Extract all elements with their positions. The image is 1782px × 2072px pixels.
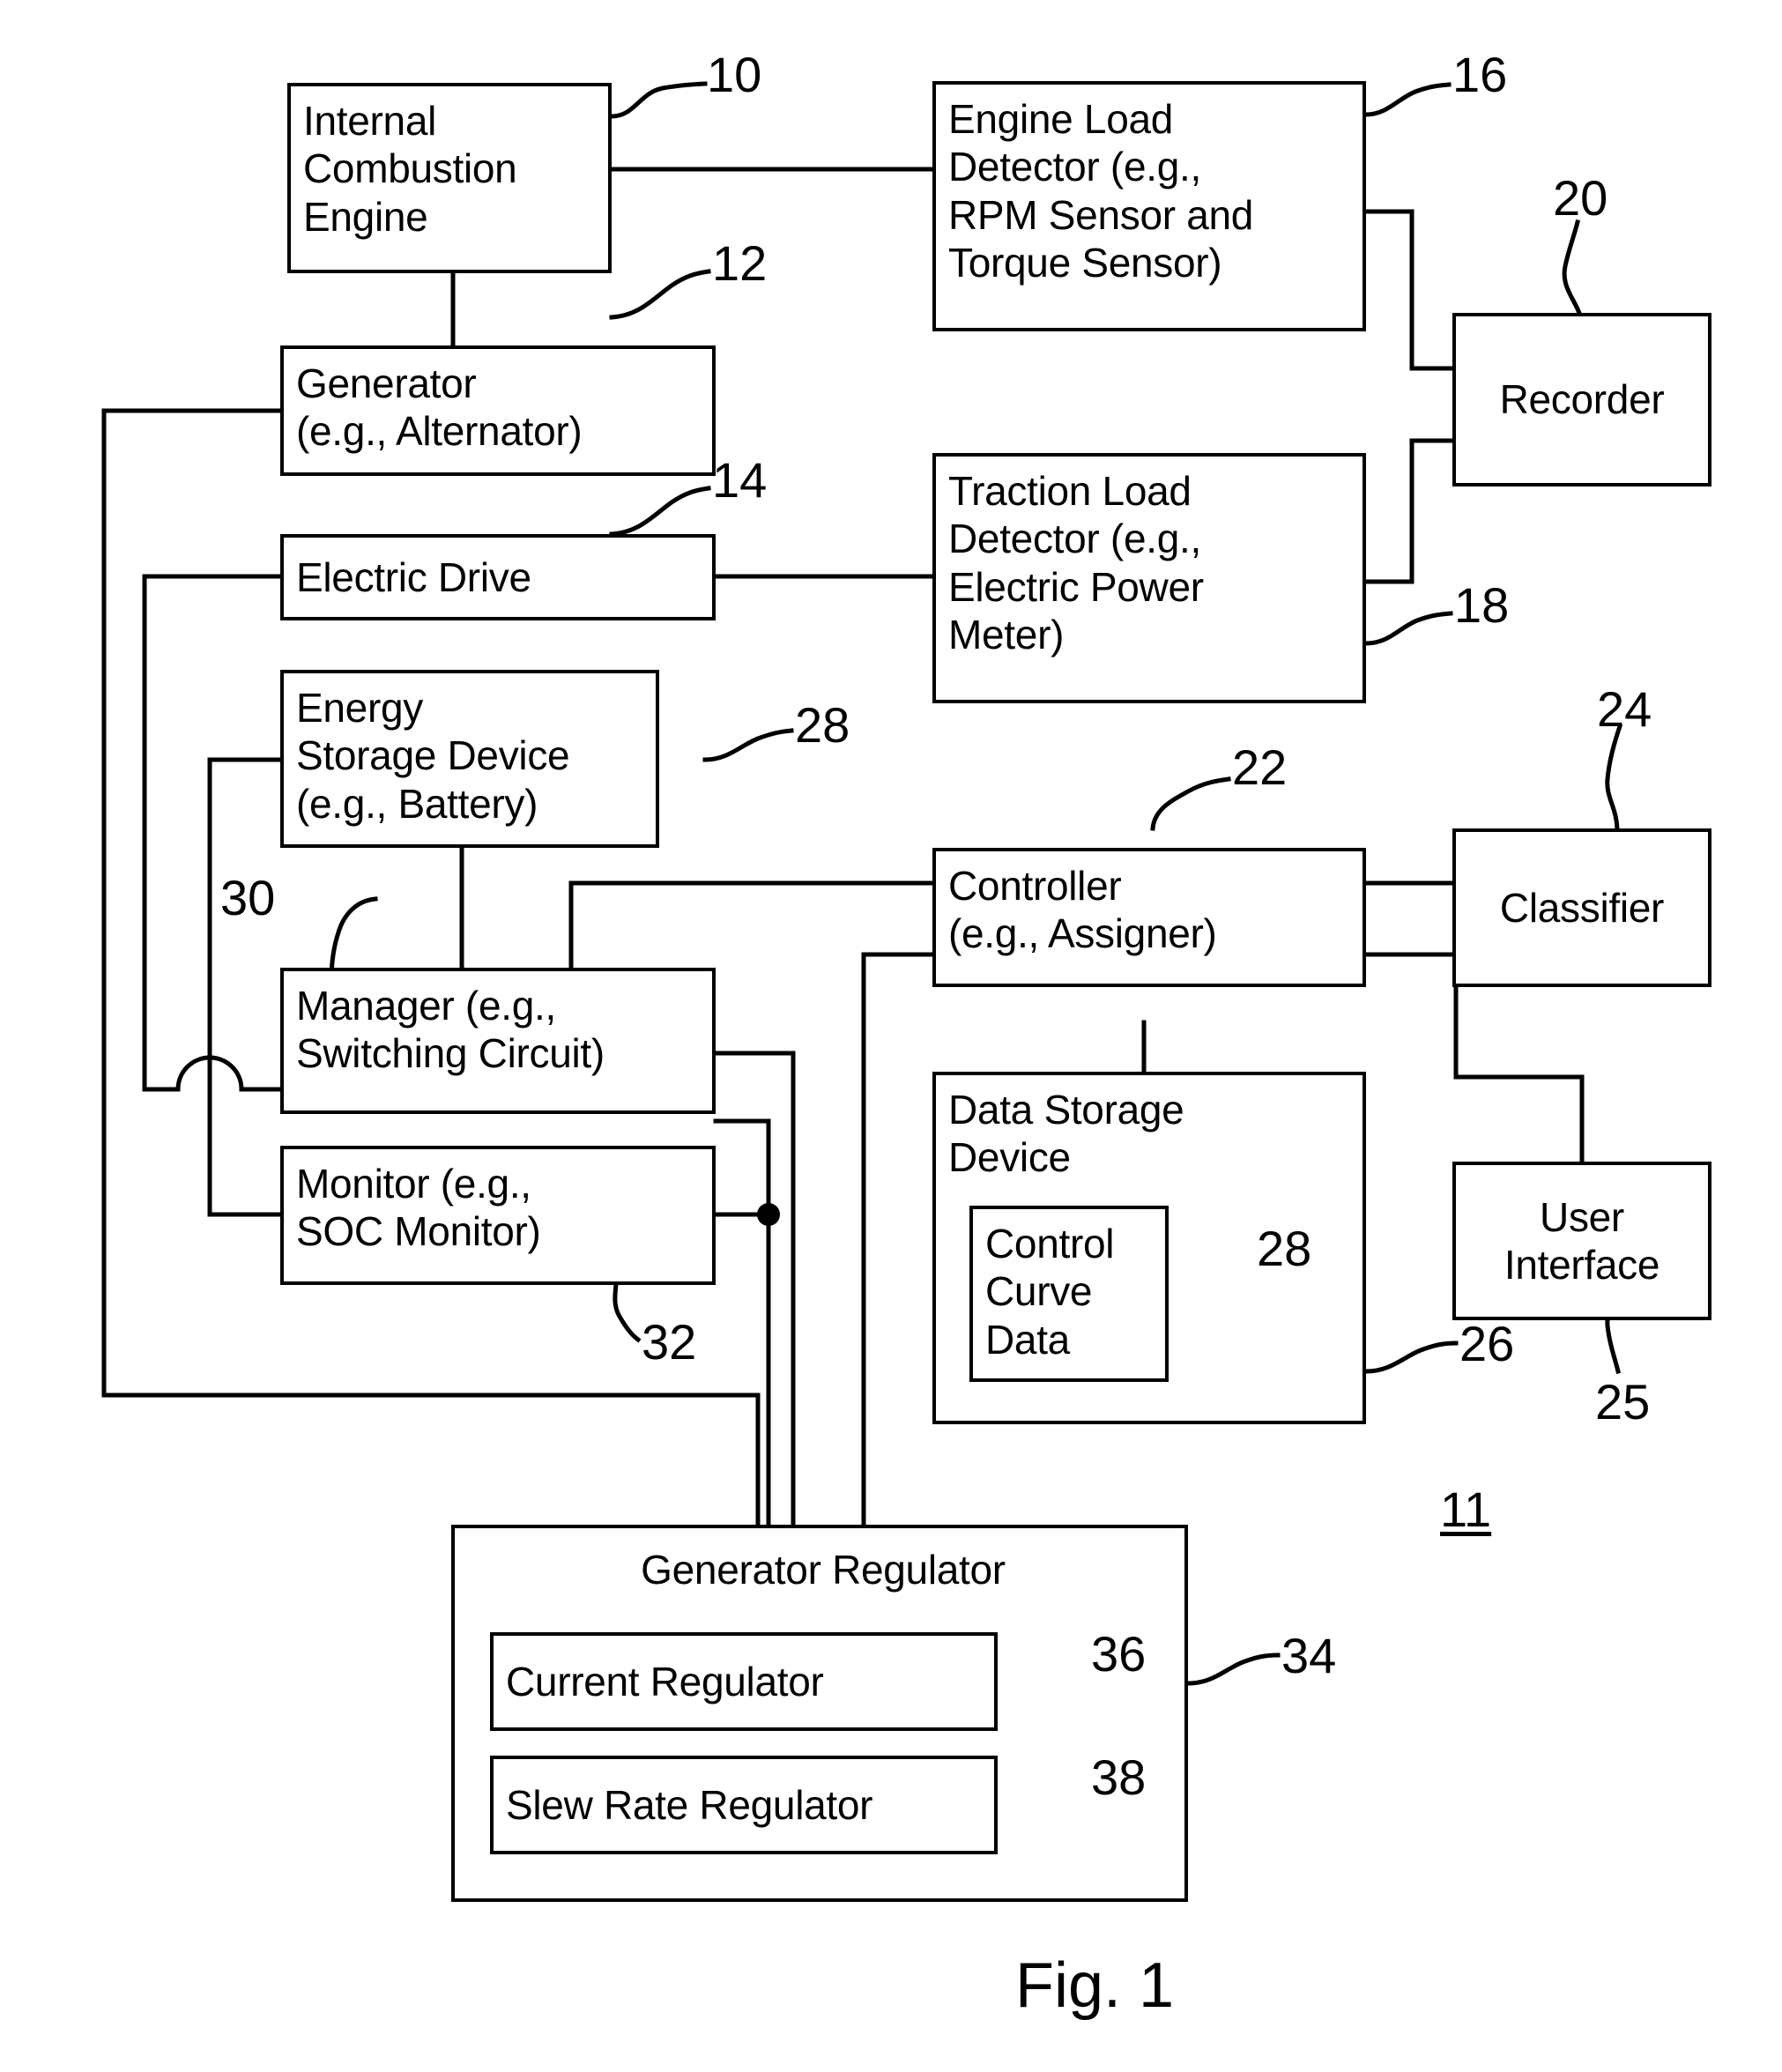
leader-34 bbox=[1185, 1652, 1281, 1686]
ref-number-28-esd: 28 bbox=[795, 697, 850, 753]
leader-26 bbox=[1363, 1340, 1459, 1374]
wire-electric-drive-bus-down bbox=[142, 574, 283, 1092]
ref-number-36: 36 bbox=[1091, 1626, 1147, 1682]
wire-esd-to-monitor bbox=[207, 757, 283, 1217]
block-energy-storage-device[interactable]: Energy Storage Device (e.g., Battery) bbox=[280, 670, 659, 848]
ref-number-25: 25 bbox=[1595, 1374, 1651, 1430]
wire-manager-to-regulator-a bbox=[713, 1051, 796, 1527]
ref-number-34: 34 bbox=[1281, 1628, 1337, 1683]
block-label: Internal Combustion Engine bbox=[303, 98, 517, 240]
block-label: Engine Load Detector (e.g., RPM Sensor a… bbox=[948, 96, 1254, 286]
wire-hop-semicircle bbox=[175, 1055, 244, 1092]
block-manager[interactable]: Manager (e.g., Switching Circuit) bbox=[280, 968, 716, 1114]
ref-number-20: 20 bbox=[1553, 170, 1608, 226]
ref-number-18: 18 bbox=[1454, 577, 1510, 633]
block-internal-combustion-engine[interactable]: Internal Combustion Engine bbox=[287, 83, 612, 273]
leader-16 bbox=[1363, 82, 1452, 117]
block-label: User Interface bbox=[1504, 1193, 1660, 1288]
block-recorder[interactable]: Recorder bbox=[1452, 313, 1711, 486]
block-label: Energy Storage Device (e.g., Battery) bbox=[296, 685, 570, 827]
block-user-interface[interactable]: User Interface bbox=[1452, 1162, 1711, 1320]
block-controller[interactable]: Controller (e.g., Assigner) bbox=[932, 848, 1366, 987]
generator-regulator-title: Generator Regulator bbox=[641, 1547, 1006, 1593]
block-label: Monitor (e.g., SOC Monitor) bbox=[296, 1161, 541, 1255]
block-label: Electric Drive bbox=[296, 553, 531, 600]
ref-number-system-11: 11 bbox=[1440, 1482, 1492, 1537]
block-slew-rate-regulator[interactable]: Slew Rate Regulator bbox=[490, 1756, 998, 1854]
ref-number-22: 22 bbox=[1232, 739, 1288, 795]
leader-20 bbox=[1562, 219, 1585, 329]
ref-number-24: 24 bbox=[1597, 681, 1652, 737]
ref-number-30: 30 bbox=[220, 870, 276, 925]
leader-12 bbox=[609, 269, 711, 320]
ref-number-26: 26 bbox=[1459, 1316, 1515, 1371]
ref-number-14: 14 bbox=[712, 452, 768, 508]
ref-number-38: 38 bbox=[1091, 1749, 1147, 1805]
block-label: Control Curve Data bbox=[985, 1221, 1115, 1363]
leader-24 bbox=[1605, 723, 1623, 831]
block-label: Slew Rate Regulator bbox=[506, 1781, 873, 1828]
block-label: Current Regulator bbox=[506, 1658, 824, 1704]
block-label: Traction Load Detector (e.g., Electric P… bbox=[948, 468, 1204, 657]
leader-22 bbox=[1150, 776, 1231, 831]
block-current-regulator[interactable]: Current Regulator bbox=[490, 1632, 998, 1731]
block-traction-load-detector[interactable]: Traction Load Detector (e.g., Electric P… bbox=[932, 453, 1366, 703]
ref-number-32: 32 bbox=[642, 1314, 697, 1370]
block-label: Recorder bbox=[1499, 376, 1665, 423]
block-label: Data Storage Device bbox=[948, 1087, 1184, 1181]
ref-number-16: 16 bbox=[1452, 47, 1508, 102]
block-label: Classifier bbox=[1499, 884, 1665, 931]
block-control-curve-data[interactable]: Control Curve Data bbox=[969, 1206, 1169, 1382]
figure-caption: Fig. 1 bbox=[1015, 1950, 1175, 2021]
block-electric-drive[interactable]: Electric Drive bbox=[280, 534, 716, 620]
block-classifier[interactable]: Classifier bbox=[1452, 828, 1711, 987]
wire-tld-to-recorder bbox=[1363, 438, 1455, 584]
leader-10 bbox=[609, 81, 708, 119]
block-generator[interactable]: Generator (e.g., Alternator) bbox=[280, 345, 716, 476]
block-label: Generator (e.g., Alternator) bbox=[296, 360, 583, 455]
block-engine-load-detector[interactable]: Engine Load Detector (e.g., RPM Sensor a… bbox=[932, 81, 1366, 331]
wire-manager-to-regulator-b bbox=[713, 1118, 771, 1527]
block-label: Manager (e.g., Switching Circuit) bbox=[296, 983, 605, 1077]
wire-controller-to-regulator bbox=[861, 952, 935, 1527]
ref-number-12: 12 bbox=[712, 235, 768, 291]
leader-14 bbox=[609, 486, 711, 537]
junction-dot bbox=[757, 1203, 780, 1226]
ref-number-10: 10 bbox=[707, 47, 762, 102]
leader-28a bbox=[702, 728, 794, 762]
leader-18 bbox=[1363, 611, 1453, 646]
wire-eld-to-recorder bbox=[1363, 209, 1455, 371]
block-label: Controller (e.g., Assigner) bbox=[948, 863, 1217, 957]
ref-number-28-ccd: 28 bbox=[1257, 1221, 1312, 1276]
patent-figure-1: Internal Combustion Engine Engine Load D… bbox=[0, 0, 1782, 2072]
block-monitor[interactable]: Monitor (e.g., SOC Monitor) bbox=[280, 1146, 716, 1285]
